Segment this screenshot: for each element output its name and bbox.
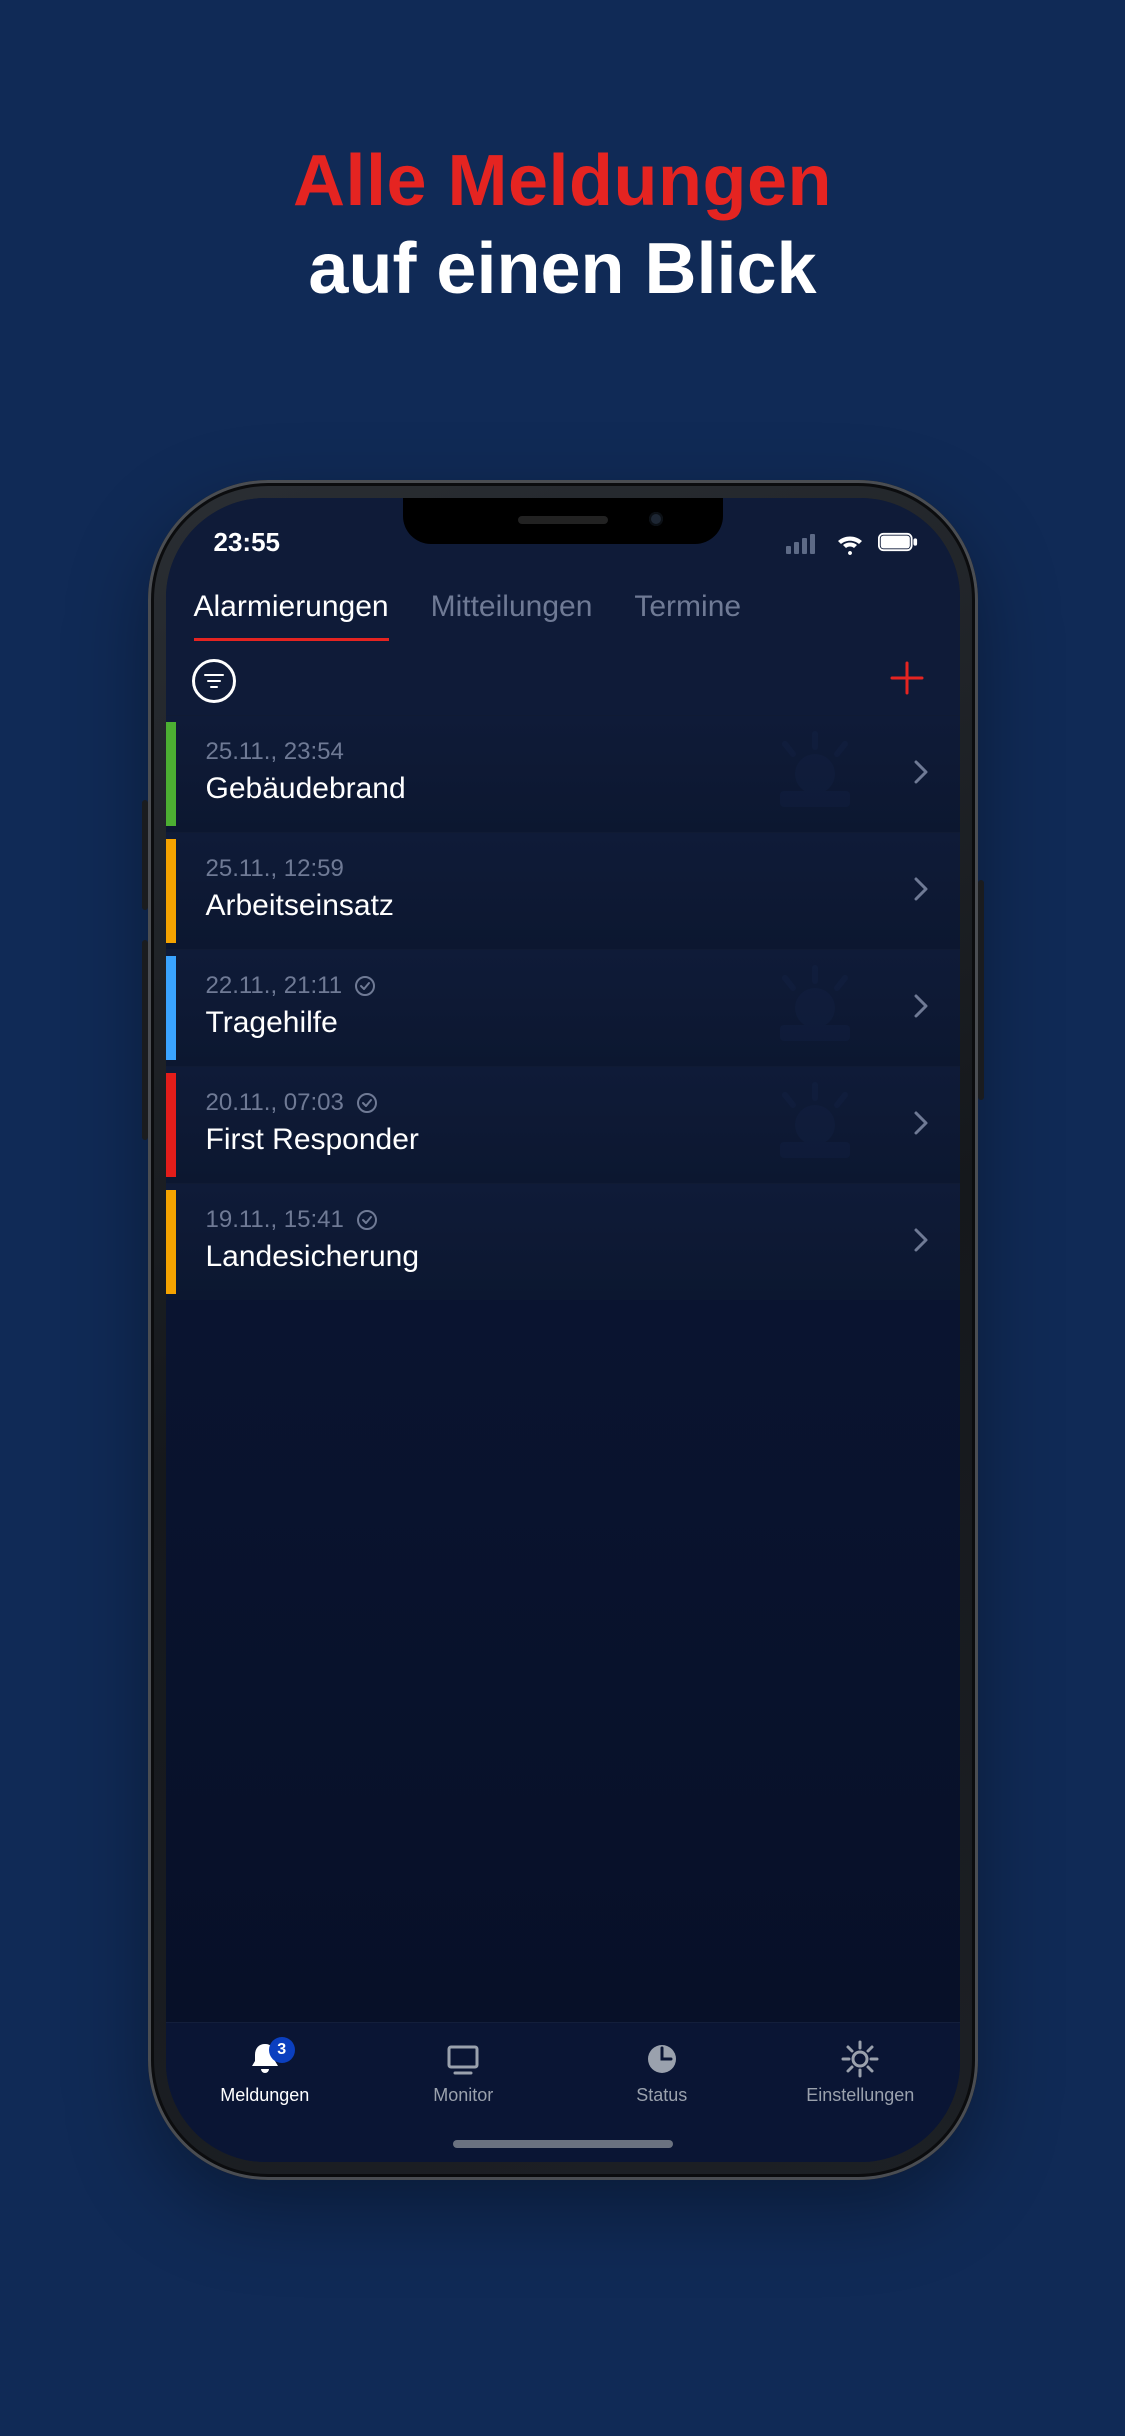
screen: 23:55 xyxy=(166,498,960,2162)
filter-icon xyxy=(203,672,225,690)
nav-badge: 3 xyxy=(269,2037,295,2063)
chevron-right-icon xyxy=(912,1109,930,1137)
item-date: 25.11., 23:54 xyxy=(206,738,344,766)
list-item[interactable]: 25.11., 12:59 Arbeitseinsatz xyxy=(166,832,960,949)
list-item[interactable]: 20.11., 07:03 First Responder xyxy=(166,1066,960,1183)
front-camera xyxy=(649,512,663,526)
monitor-icon xyxy=(443,2039,483,2079)
siren-icon xyxy=(760,1080,870,1170)
bottom-nav: 3 Meldungen Monitor Status xyxy=(166,2022,960,2162)
phone-side-button xyxy=(978,880,984,1100)
color-bar xyxy=(166,956,176,1060)
gear-icon xyxy=(840,2039,880,2079)
phone-notch xyxy=(403,498,723,544)
tab-termine[interactable]: Termine xyxy=(634,590,741,641)
color-bar xyxy=(166,1073,176,1177)
siren-icon xyxy=(760,729,870,819)
status-time: 23:55 xyxy=(214,527,281,558)
item-content: 19.11., 15:41 Landesicherung xyxy=(206,1206,896,1274)
tab-alarmierungen[interactable]: Alarmierungen xyxy=(194,590,389,641)
list-item[interactable]: 25.11., 23:54 Gebäudebrand xyxy=(166,715,960,832)
checkmark-circle-icon xyxy=(356,1092,378,1114)
home-indicator[interactable] xyxy=(453,2140,673,2148)
chevron-right-icon xyxy=(912,1226,930,1254)
promo-line-2: auf einen Blick xyxy=(0,228,1125,310)
item-content: 25.11., 12:59 Arbeitseinsatz xyxy=(206,855,896,923)
nav-label: Einstellungen xyxy=(806,2085,914,2106)
promo-headline: Alle Meldungen auf einen Blick xyxy=(0,140,1125,310)
item-title: Landesicherung xyxy=(206,1240,896,1274)
checkmark-circle-icon xyxy=(356,1209,378,1231)
color-bar xyxy=(166,722,176,826)
nav-status[interactable]: Status xyxy=(563,2039,762,2106)
status-right xyxy=(786,522,918,562)
tab-mitteilungen[interactable]: Mitteilungen xyxy=(431,590,593,641)
promo-line-1: Alle Meldungen xyxy=(0,140,1125,222)
nav-label: Meldungen xyxy=(220,2085,309,2106)
cellular-icon xyxy=(786,524,822,560)
phone-screen-bezel: 23:55 xyxy=(166,498,960,2162)
color-bar xyxy=(166,839,176,943)
chevron-right-icon xyxy=(912,992,930,1020)
clock-icon xyxy=(642,2039,682,2079)
list-item[interactable]: 22.11., 21:11 Tragehilfe xyxy=(166,949,960,1066)
color-bar xyxy=(166,1190,176,1294)
checkmark-circle-icon xyxy=(354,975,376,997)
siren-icon xyxy=(760,963,870,1053)
chevron-right-icon xyxy=(912,758,930,786)
chevron-right-icon xyxy=(912,875,930,903)
plus-icon xyxy=(890,661,924,695)
list-toolbar xyxy=(166,641,960,715)
item-date: 25.11., 12:59 xyxy=(206,855,344,883)
add-button[interactable] xyxy=(890,659,932,703)
item-date: 19.11., 15:41 xyxy=(206,1206,344,1234)
battery-icon xyxy=(878,522,918,562)
speaker-grill xyxy=(518,516,608,524)
phone-frame: 23:55 xyxy=(148,480,978,2180)
nav-label: Status xyxy=(636,2085,687,2106)
top-tabs: Alarmierungen Mitteilungen Termine xyxy=(166,568,960,641)
item-date: 20.11., 07:03 xyxy=(206,1089,344,1117)
wifi-icon xyxy=(832,524,868,560)
nav-label: Monitor xyxy=(433,2085,493,2106)
item-meta: 25.11., 12:59 xyxy=(206,855,896,883)
alerts-list: 25.11., 23:54 Gebäudebrand 25.11., 12:59… xyxy=(166,715,960,2022)
nav-monitor[interactable]: Monitor xyxy=(364,2039,563,2106)
list-empty-space xyxy=(166,1300,960,2022)
nav-einstellungen[interactable]: Einstellungen xyxy=(761,2039,960,2106)
item-title: Arbeitseinsatz xyxy=(206,889,896,923)
item-meta: 19.11., 15:41 xyxy=(206,1206,896,1234)
filter-button[interactable] xyxy=(192,659,236,703)
item-date: 22.11., 21:11 xyxy=(206,972,343,1000)
list-item[interactable]: 19.11., 15:41 Landesicherung xyxy=(166,1183,960,1300)
nav-meldungen[interactable]: 3 Meldungen xyxy=(166,2039,365,2106)
